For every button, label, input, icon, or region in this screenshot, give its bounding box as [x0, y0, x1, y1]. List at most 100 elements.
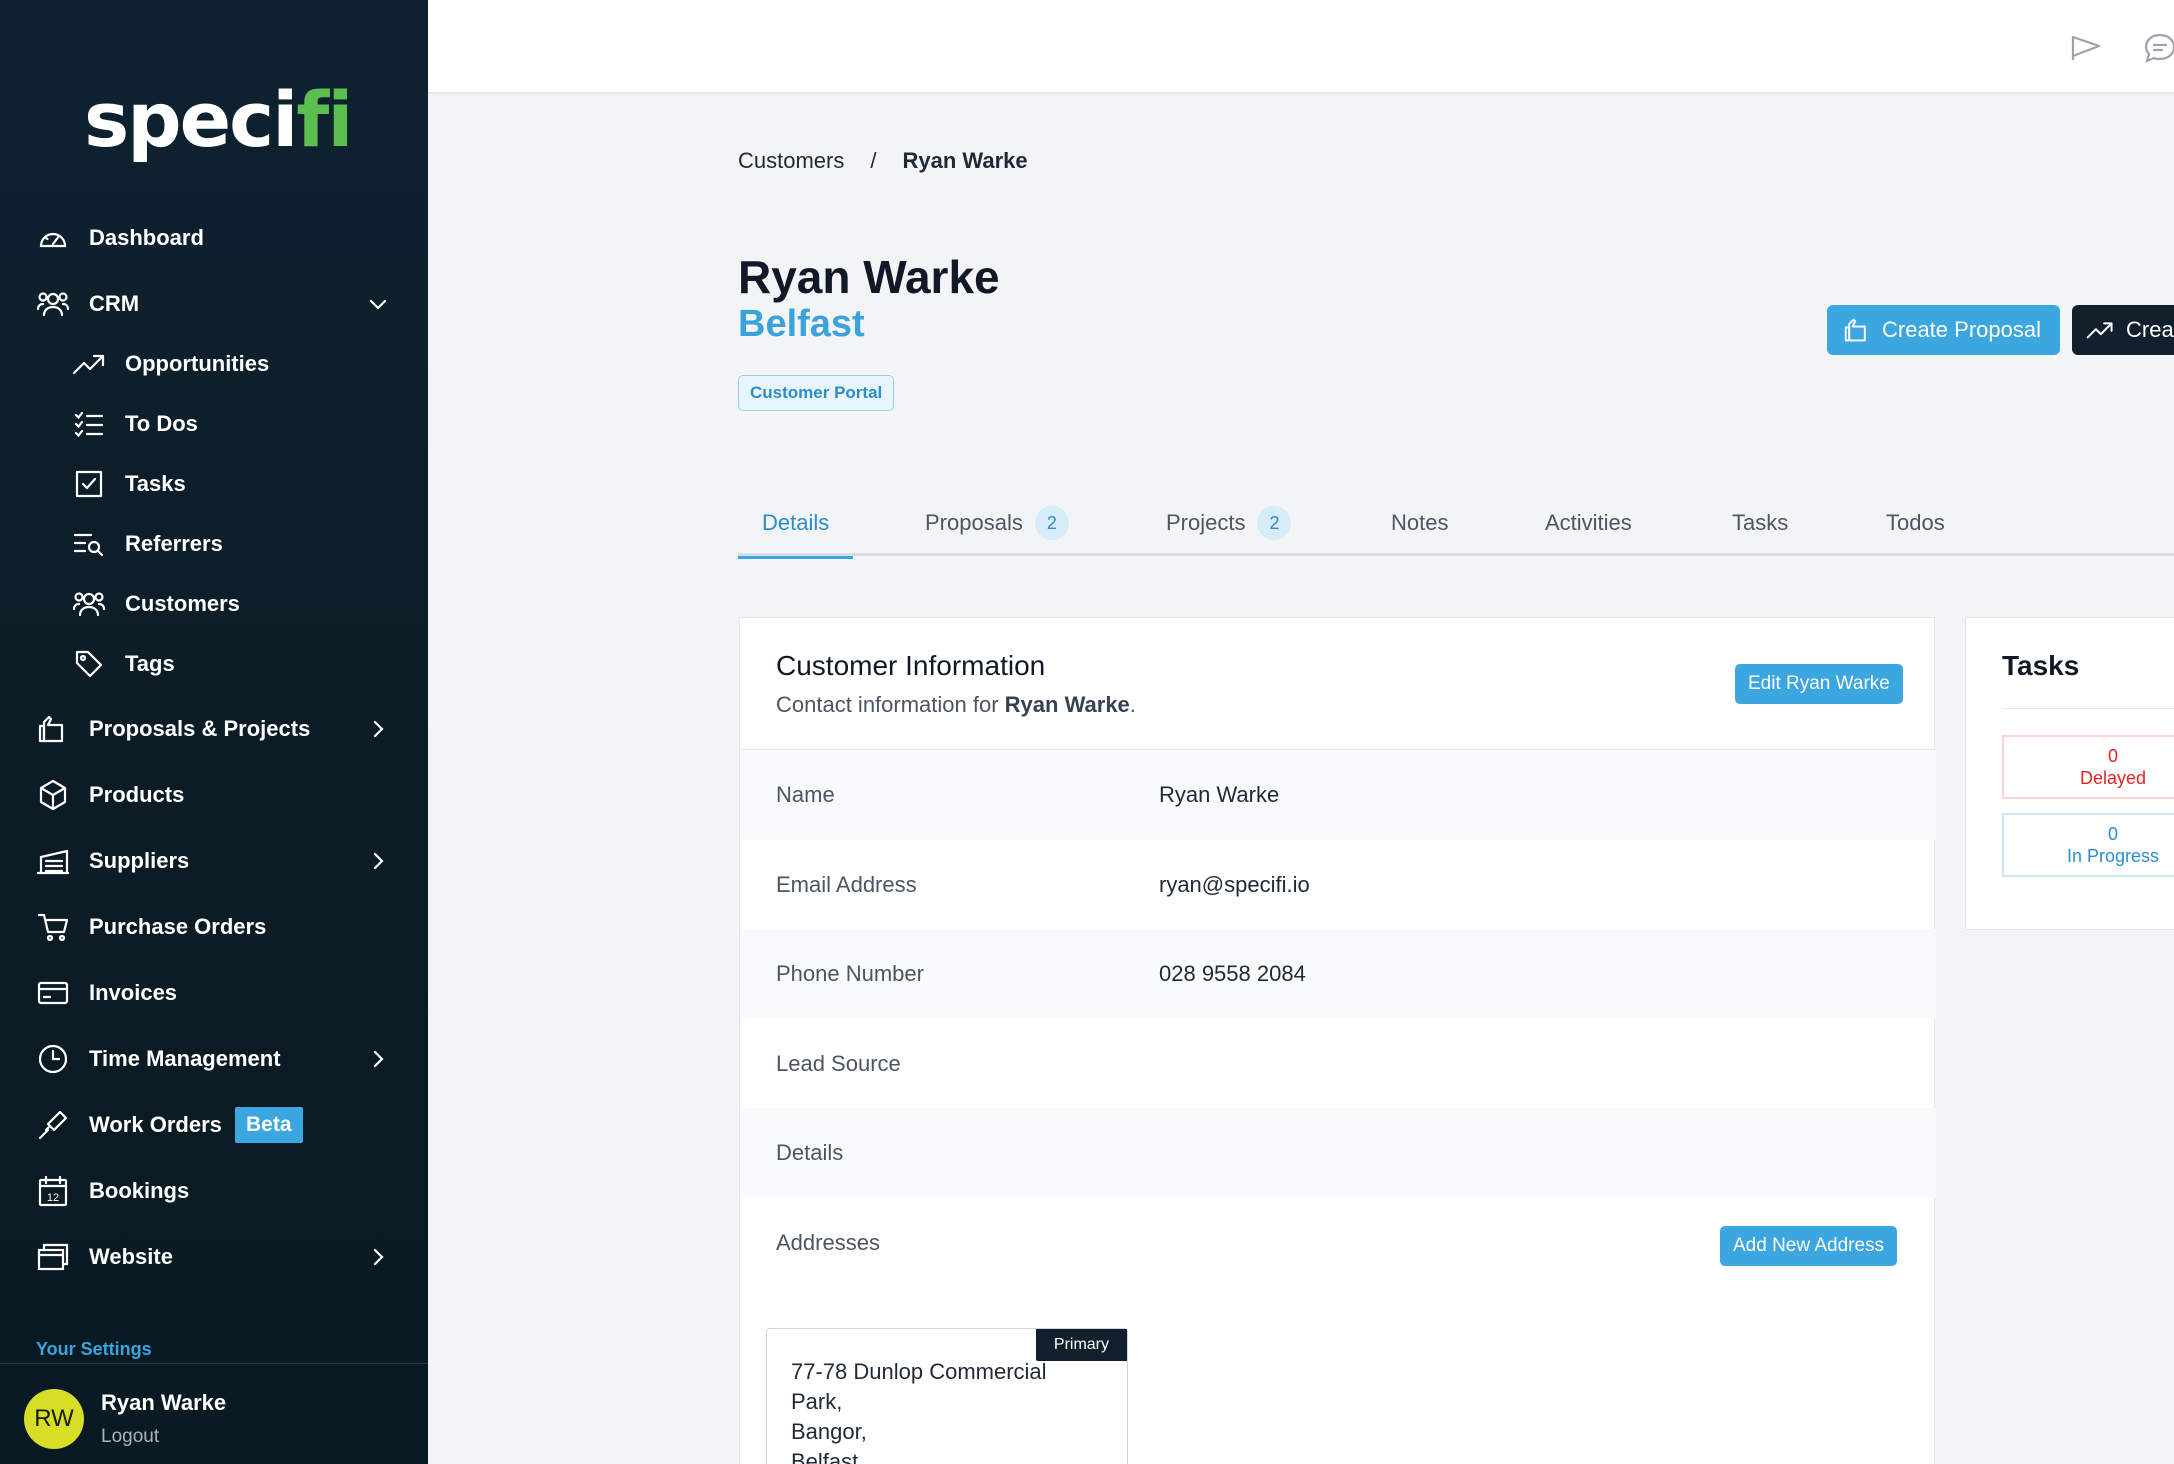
calendar-icon: 12 — [36, 1174, 70, 1208]
breadcrumb-customers-link[interactable]: Customers — [738, 148, 844, 174]
sidebar-item-crm[interactable]: CRM — [0, 276, 428, 332]
checkbox-icon — [72, 467, 106, 501]
trending-up-icon — [72, 347, 106, 381]
sidebar-item-label: Products — [89, 782, 185, 807]
sidebar-item-dashboard[interactable]: Dashboard — [0, 210, 428, 266]
tab-label: Notes — [1391, 510, 1449, 535]
tab-tasks[interactable]: Tasks — [1732, 490, 1788, 556]
sidebar-item-time-management[interactable]: Time Management — [0, 1031, 428, 1087]
field-label: Details — [776, 1140, 844, 1165]
tab-todos[interactable]: Todos — [1886, 490, 1945, 556]
sidebar-item-label: Bookings — [89, 1178, 190, 1203]
chat-icon[interactable] — [2142, 30, 2174, 66]
tab-label: Projects — [1166, 510, 1246, 535]
checklist-icon — [72, 407, 106, 441]
tab-label: Proposals — [925, 510, 1023, 535]
field-value[interactable]: 028 9558 2084 — [1159, 961, 1306, 987]
sidebar-item-customers[interactable]: Customers — [0, 576, 428, 632]
cube-icon — [36, 778, 70, 812]
field-label: Name — [776, 782, 835, 807]
list-search-icon — [72, 527, 106, 561]
sidebar-item-label: Opportunities — [125, 351, 270, 376]
browser-windows-icon — [36, 1240, 70, 1274]
field-label: Lead Source — [776, 1051, 901, 1076]
customer-information-card: Customer Information Contact information… — [739, 617, 1936, 1464]
delayed-label: Delayed — [2079, 768, 2147, 788]
address-text: 77-78 Dunlop Commercial Park, Bangor, Be… — [791, 1359, 1047, 1464]
sidebar-item-referrers[interactable]: Referrers — [0, 516, 428, 572]
field-value: Ryan Warke — [1159, 782, 1280, 807]
avatar[interactable]: RW — [24, 1389, 84, 1449]
sidebar-item-label: Purchase Orders — [89, 914, 267, 939]
sidebar-item-proposals-projects[interactable]: Proposals & Projects — [0, 701, 428, 757]
sidebar-item-todos[interactable]: To Dos — [0, 396, 428, 452]
in-progress-tasks-stat[interactable]: 0 In Progress — [2002, 813, 2174, 877]
tab-label: Todos — [1886, 510, 1945, 535]
address-card[interactable]: Primary 77-78 Dunlop Commercial Park, Ba… — [766, 1328, 1128, 1464]
pen-tool-icon — [36, 1108, 70, 1142]
page-title: Ryan Warke — [738, 251, 1000, 303]
tasks-summary-card: Tasks 0 Delayed 0 In Progress — [1965, 617, 2174, 930]
sidebar-item-bookings[interactable]: 12 Bookings — [0, 1163, 428, 1219]
sidebar-item-label: Suppliers — [89, 848, 190, 873]
sidebar-item-suppliers[interactable]: Suppliers — [0, 833, 428, 889]
edit-customer-button[interactable]: Edit Ryan Warke — [1735, 664, 1903, 704]
sidebar-item-work-orders[interactable]: Work Orders Beta — [0, 1097, 428, 1153]
sidebar-item-opportunities[interactable]: Opportunities — [0, 336, 428, 392]
tasks-title: Tasks — [2002, 650, 2080, 681]
field-label: Phone Number — [776, 961, 924, 986]
customer-portal-badge[interactable]: Customer Portal — [738, 375, 895, 411]
sidebar-item-label: To Dos — [125, 411, 198, 436]
cart-icon — [36, 910, 70, 944]
add-new-address-button[interactable]: Add New Address — [1720, 1226, 1898, 1266]
clock-icon — [36, 1042, 70, 1076]
sidebar-item-label: Customers — [125, 591, 240, 616]
chevron-right-icon — [368, 851, 388, 871]
chevron-down-icon — [368, 294, 388, 314]
credit-card-icon — [36, 976, 70, 1010]
proposals-count-badge: 2 — [1034, 506, 1069, 540]
sidebar-item-label: Referrers — [125, 531, 223, 556]
sidebar-item-label: Tags — [125, 651, 175, 676]
proposal-hand-icon — [1844, 317, 1870, 343]
tab-label: Activities — [1545, 510, 1632, 535]
tab-activities[interactable]: Activities — [1545, 490, 1632, 556]
create-proposal-button[interactable]: Create Proposal — [1827, 305, 2060, 355]
trending-up-icon — [2086, 320, 2114, 340]
sidebar-item-label: Invoices — [89, 980, 178, 1005]
tab-projects[interactable]: Projects 2 — [1166, 490, 1292, 556]
calendar-day-number: 12 — [47, 1192, 59, 1204]
sidebar-item-website[interactable]: Website — [0, 1229, 428, 1285]
sidebar-item-invoices[interactable]: Invoices — [0, 965, 428, 1021]
create-proposal-label: Create Proposal — [1882, 317, 2041, 342]
sidebar-item-label: Website — [89, 1244, 173, 1269]
sidebar-item-label: Proposals & Projects — [89, 716, 311, 741]
tab-proposals[interactable]: Proposals 2 — [925, 490, 1069, 556]
sidebar-item-products[interactable]: Products — [0, 767, 428, 823]
sidebar-item-purchase-orders[interactable]: Purchase Orders — [0, 899, 428, 955]
tab-details[interactable]: Details — [738, 490, 854, 559]
field-row-email: Email Address ryan@specifi.io — [740, 840, 1936, 930]
field-row-name: Name Ryan Warke — [740, 750, 1936, 840]
delayed-tasks-stat[interactable]: 0 Delayed — [2002, 735, 2174, 799]
tab-label: Tasks — [1732, 510, 1789, 535]
chevron-right-icon — [368, 719, 388, 739]
sidebar-item-label: Time Management — [89, 1046, 281, 1071]
create-opportunity-button[interactable]: Crea — [2072, 305, 2174, 355]
field-value[interactable]: ryan@specifi.io — [1159, 872, 1310, 898]
dashboard-gauge-icon — [36, 221, 70, 255]
field-row-lead-source: Lead Source — [740, 1019, 1936, 1109]
top-bar — [428, 0, 2174, 94]
megaphone-icon[interactable] — [2068, 30, 2104, 66]
field-row-phone: Phone Number 028 9558 2084 — [740, 929, 1936, 1019]
chevron-right-icon — [368, 1247, 388, 1267]
tab-notes[interactable]: Notes — [1391, 490, 1448, 556]
tab-bar: Details Proposals 2 Projects 2 Notes Act… — [738, 490, 2174, 559]
your-settings-link[interactable]: Your Settings — [36, 1339, 152, 1360]
sidebar-item-tasks[interactable]: Tasks — [0, 456, 428, 512]
proposal-hand-icon — [36, 712, 70, 746]
sidebar-item-tags[interactable]: Tags — [0, 636, 428, 692]
specifi-logo[interactable]: specifi — [84, 58, 353, 158]
logout-link[interactable]: Logout — [101, 1426, 159, 1448]
field-row-details: Details — [740, 1108, 1936, 1198]
